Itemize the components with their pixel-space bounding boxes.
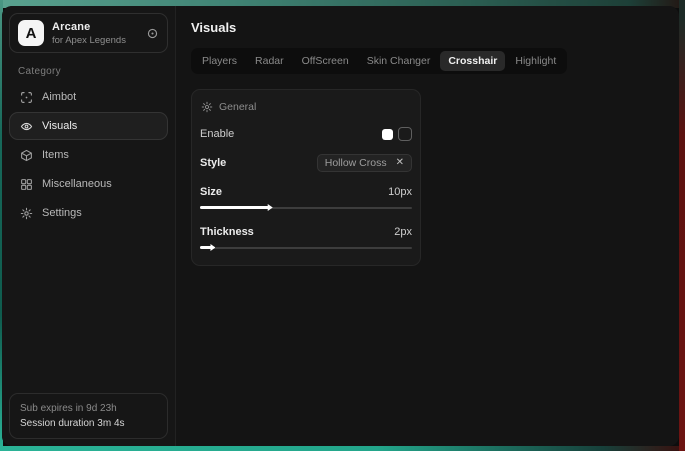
sidebar-item-label: Aimbot (42, 91, 76, 103)
tab-skin-changer[interactable]: Skin Changer (359, 51, 439, 71)
tab-crosshair[interactable]: Crosshair (440, 51, 505, 71)
brand-logo: A (18, 20, 44, 46)
sidebar-item-miscellaneous[interactable]: Miscellaneous (9, 170, 168, 198)
items-icon (20, 149, 33, 162)
enable-row: Enable (200, 124, 412, 144)
brand-text: Arcane for Apex Legends (52, 21, 126, 46)
sidebar: A Arcane for Apex Legends Category Aimbo… (2, 6, 176, 446)
thickness-value: 2px (394, 226, 412, 238)
brand-card: A Arcane for Apex Legends (9, 13, 168, 53)
size-slider[interactable] (200, 203, 412, 212)
visuals-tabbar: Players Radar OffScreen Skin Changer Cro… (191, 48, 567, 74)
size-row: Size 10px (200, 182, 412, 202)
visuals-icon (20, 120, 33, 133)
enable-label: Enable (200, 128, 234, 140)
sidebar-item-label: Items (42, 149, 69, 161)
style-value: Hollow Cross (325, 157, 387, 169)
session-duration-text: Session duration 3m 4s (20, 416, 157, 431)
size-label: Size (200, 186, 222, 198)
sub-expires-text: Sub expires in 9d 23h (20, 401, 157, 416)
thickness-slider-track[interactable] (200, 247, 412, 249)
tab-offscreen[interactable]: OffScreen (294, 51, 357, 71)
brand-title: Arcane (52, 21, 126, 33)
color-swatch[interactable] (382, 129, 393, 140)
tab-players[interactable]: Players (194, 51, 245, 71)
brand-subtitle: for Apex Legends (52, 35, 126, 46)
sidebar-item-items[interactable]: Items (9, 141, 168, 169)
enable-checkbox[interactable] (398, 127, 412, 141)
sidebar-item-label: Settings (42, 207, 82, 219)
tab-radar[interactable]: Radar (247, 51, 292, 71)
panel-header: General (201, 101, 412, 113)
enable-controls (382, 127, 412, 141)
sidebar-item-label: Visuals (42, 120, 77, 132)
thickness-label: Thickness (200, 226, 254, 238)
subscription-card: Sub expires in 9d 23h Session duration 3… (9, 393, 168, 439)
size-value: 10px (388, 186, 412, 198)
game-backdrop-right (679, 0, 685, 451)
target-icon[interactable] (146, 27, 159, 40)
thickness-slider[interactable] (200, 243, 412, 252)
size-slider-thumb[interactable] (263, 204, 273, 212)
size-slider-fill (200, 206, 266, 209)
style-row: Style Hollow Cross ✕ (200, 153, 412, 173)
general-panel: General Enable Style Hollow Cross ✕ Size… (191, 89, 421, 266)
sidebar-item-settings[interactable]: Settings (9, 199, 168, 227)
game-backdrop-bottom (0, 446, 685, 451)
general-gear-icon (201, 101, 213, 113)
sidebar-item-label: Miscellaneous (42, 178, 112, 190)
miscellaneous-icon (20, 178, 33, 191)
style-select[interactable]: Hollow Cross ✕ (317, 154, 412, 172)
cheat-menu-window: A Arcane for Apex Legends Category Aimbo… (2, 6, 679, 446)
settings-icon (20, 207, 33, 220)
aimbot-icon (20, 91, 33, 104)
page-title: Visuals (191, 20, 679, 35)
thickness-slider-thumb[interactable] (205, 244, 215, 252)
panel-title: General (219, 101, 256, 113)
category-label: Category (18, 66, 168, 77)
close-icon[interactable]: ✕ (396, 158, 404, 168)
main-content: Visuals Players Radar OffScreen Skin Cha… (176, 6, 679, 446)
tab-highlight[interactable]: Highlight (507, 51, 564, 71)
style-label: Style (200, 157, 226, 169)
sidebar-item-visuals[interactable]: Visuals (9, 112, 168, 140)
sidebar-item-aimbot[interactable]: Aimbot (9, 83, 168, 111)
thickness-row: Thickness 2px (200, 222, 412, 242)
